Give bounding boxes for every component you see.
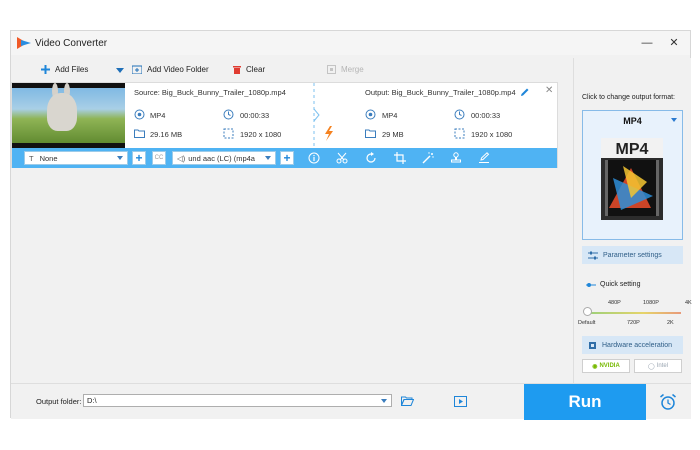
nvidia-option[interactable]: ◉ NVIDIA xyxy=(582,359,630,373)
sliders-icon xyxy=(588,251,598,259)
slider-label-2k: 2K xyxy=(667,320,674,326)
edit-toolbar: T None + CC ◁) und aac (LC) (mp4a + xyxy=(12,148,557,168)
nvidia-logo-icon: ◉ xyxy=(592,363,598,370)
hardware-acceleration-button[interactable]: Hardware acceleration xyxy=(582,336,683,354)
text-icon: T xyxy=(29,153,34,163)
scissors-icon[interactable] xyxy=(336,152,348,164)
audio-track-select[interactable]: ◁) und aac (LC) (mp4a xyxy=(172,151,276,165)
output-format-icon xyxy=(365,109,376,120)
trash-icon xyxy=(233,66,241,74)
add-files-label: Add Files xyxy=(55,65,89,74)
slider-label-720p: 720P xyxy=(627,320,640,326)
intel-option[interactable]: ◯ Intel xyxy=(634,359,682,373)
add-files-button[interactable]: Add Files xyxy=(41,63,88,76)
chip-icon xyxy=(589,341,596,349)
edit-name-icon[interactable] xyxy=(519,87,530,98)
intel-label: Intel xyxy=(656,363,669,369)
quality-slider-track[interactable] xyxy=(587,312,681,314)
add-video-folder-label: Add Video Folder xyxy=(147,65,209,74)
clear-label: Clear xyxy=(246,65,266,74)
format-dropdown-icon xyxy=(671,118,677,122)
add-subtitle-button[interactable]: + xyxy=(132,151,146,165)
add-audio-button[interactable]: + xyxy=(280,151,294,165)
slider-label-480p: 480P xyxy=(608,300,621,306)
subtitle-edit-icon[interactable] xyxy=(478,152,490,164)
info-icon[interactable] xyxy=(308,152,320,164)
source-filename: Source: Big_Buck_Bunny_Trailer_1080p.mp4 xyxy=(134,88,286,97)
output-resolution-icon xyxy=(454,128,465,139)
source-format: MP4 xyxy=(150,111,166,120)
toolbar: Add Files Add Video Folder Clear Merge xyxy=(11,58,573,80)
folder-plus-icon xyxy=(132,65,142,74)
format-icon xyxy=(134,109,145,120)
clock-icon xyxy=(223,109,234,120)
quick-setting-label: Quick setting xyxy=(600,281,641,288)
app-logo-icon xyxy=(17,37,31,49)
mp4-format-icon: MP4 xyxy=(601,138,663,220)
source-duration: 00:00:33 xyxy=(240,111,270,120)
add-files-dropdown-icon[interactable] xyxy=(116,68,124,73)
watermark-stamp-icon[interactable] xyxy=(450,152,462,164)
quality-slider-handle[interactable] xyxy=(583,307,592,316)
clear-button[interactable]: Clear xyxy=(233,63,265,76)
source-size: 29.16 MB xyxy=(150,130,183,139)
file-item: Source: Big_Buck_Bunny_Trailer_1080p.mp4… xyxy=(11,82,558,168)
output-duration: 00:00:33 xyxy=(471,111,501,120)
resolution-icon xyxy=(223,128,234,139)
output-format-label: MP4 xyxy=(623,116,642,126)
video-thumbnail[interactable] xyxy=(12,83,125,148)
output-format-prompt: Click to change output format: xyxy=(582,94,675,101)
source-resolution: 1920 x 1080 xyxy=(240,130,282,139)
merge-button[interactable]: Merge xyxy=(327,63,364,76)
crop-icon[interactable] xyxy=(394,152,406,164)
minimize-button[interactable]: — xyxy=(637,34,657,52)
close-window-button[interactable]: ✕ xyxy=(664,34,684,52)
output-format: MP4 xyxy=(382,111,398,120)
window-title: Video Converter xyxy=(35,38,108,49)
output-folder-select[interactable]: D:\ xyxy=(83,394,392,407)
alarm-clock-icon[interactable] xyxy=(659,393,677,411)
output-folder-value: D:\ xyxy=(87,396,97,405)
add-video-folder-button[interactable]: Add Video Folder xyxy=(132,63,209,76)
output-format-panel: Click to change output format: MP4 MP4 P… xyxy=(573,58,692,383)
output-resolution: 1920 x 1080 xyxy=(471,130,513,139)
output-folder-icon xyxy=(365,129,376,138)
hardware-acceleration-label: Hardware acceleration xyxy=(602,341,673,349)
subtitle-select[interactable]: T None xyxy=(24,151,128,165)
output-folder-label: Output folder: xyxy=(36,397,82,406)
cc-button[interactable]: CC xyxy=(152,151,166,165)
slider-label-4k: 4K xyxy=(685,300,692,306)
effects-wand-icon[interactable] xyxy=(422,152,434,164)
open-folder-icon[interactable] xyxy=(401,396,414,406)
nvidia-label: NVIDIA xyxy=(599,363,620,369)
run-button[interactable]: Run xyxy=(524,384,646,420)
convert-arrow-icon xyxy=(313,83,333,148)
subtitle-value: None xyxy=(39,153,58,163)
slider-label-default: Default xyxy=(578,320,596,326)
mp4-art-text: MP4 xyxy=(616,141,649,158)
intel-logo-icon: ◯ xyxy=(647,363,655,370)
rotate-icon[interactable] xyxy=(365,152,377,164)
output-preview-folder-icon[interactable] xyxy=(454,396,467,407)
quick-setting-title: Quick setting xyxy=(586,281,640,288)
merge-icon xyxy=(327,65,336,74)
speaker-icon: ◁) xyxy=(177,153,186,163)
slider-label-1080p: 1080P xyxy=(643,300,659,306)
remove-item-button[interactable]: ✕ xyxy=(545,85,553,96)
audio-track-value: und aac (LC) (mp4a xyxy=(188,153,255,163)
parameter-settings-button[interactable]: Parameter settings xyxy=(582,246,683,264)
output-filename: Output: Big_Buck_Bunny_Trailer_1080p.mp4 xyxy=(365,88,516,97)
plus-icon xyxy=(41,65,50,74)
bottom-bar: Output folder: D:\ Run xyxy=(11,383,691,420)
output-clock-icon xyxy=(454,109,465,120)
parameter-settings-label: Parameter settings xyxy=(603,251,662,259)
title-bar: Video Converter — ✕ xyxy=(11,31,690,55)
merge-label: Merge xyxy=(341,65,364,74)
output-format-selector[interactable]: MP4 MP4 xyxy=(582,110,683,240)
slider-icon xyxy=(586,282,596,287)
folder-icon xyxy=(134,129,145,138)
app-window: Video Converter — ✕ Add Files Add Video … xyxy=(10,30,692,420)
output-size: 29 MB xyxy=(382,130,404,139)
